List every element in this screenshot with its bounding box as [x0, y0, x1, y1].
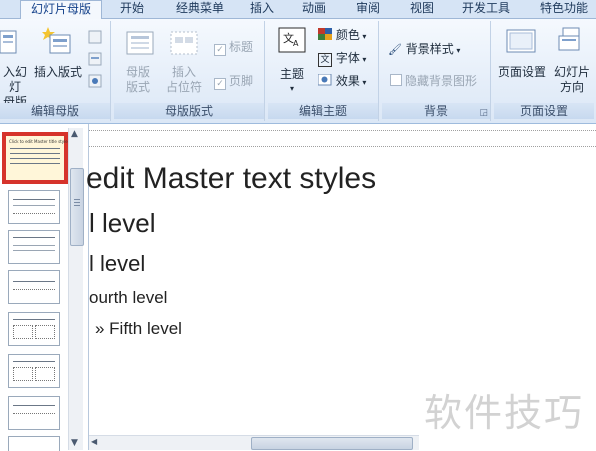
- tab-classic-menu[interactable]: 经典菜单: [168, 0, 232, 18]
- watermark: 软件技巧: [424, 391, 585, 435]
- slide-orientation-icon: [558, 27, 584, 61]
- slide-thumbnail-pane: Click to edit Master title style ▲ ▼: [0, 124, 89, 451]
- footer-checkbox-label: 页脚: [229, 74, 254, 88]
- insert-placeholder-icon: [170, 31, 198, 61]
- thumbnail-vertical-scrollbar[interactable]: ▲ ▼: [68, 128, 84, 450]
- group-label-page-setup: 页面设置: [494, 103, 594, 119]
- tab-animation[interactable]: 动画: [296, 0, 332, 18]
- title-check-icon: ✓: [214, 44, 226, 56]
- effects-button[interactable]: 效果 ▾: [317, 73, 366, 89]
- colors-button[interactable]: 颜色 ▾: [318, 27, 366, 43]
- slide-horizontal-scrollbar[interactable]: ◀: [89, 435, 419, 450]
- paint-bucket-icon: 🖌: [388, 43, 402, 56]
- slide-orientation-label-2: 方向: [559, 80, 584, 94]
- themes-button[interactable]: 主题: [272, 67, 312, 82]
- background-styles-label: 背景样式: [405, 42, 454, 56]
- ribbon: 入幻灯 母版 插入版式 编辑母版 母版 版式 插入 占位符 ✓ 标题 ✓ 页脚 …: [0, 19, 596, 124]
- layout-thumbnail-3[interactable]: [8, 270, 60, 304]
- fonts-icon: 文: [318, 53, 332, 67]
- master-text-level-4[interactable]: ourth level: [89, 288, 167, 308]
- master-layout-label-2: 版式: [125, 80, 150, 94]
- insert-placeholder-label-2: 占位符: [165, 80, 202, 94]
- thumbnail-title-text: Click to edit Master title style: [9, 139, 68, 144]
- layout-thumbnail-4[interactable]: [8, 312, 60, 346]
- tab-home[interactable]: 开始: [112, 0, 152, 18]
- thumbnail-scroll-thumb[interactable]: [70, 168, 84, 246]
- scroll-down-arrow-icon[interactable]: ▼: [71, 438, 78, 448]
- dialog-launcher-icon[interactable]: ◲: [479, 108, 488, 118]
- body-placeholder-border: [89, 146, 596, 147]
- group-label-edit-master: 编辑母版: [0, 103, 110, 119]
- tab-insert[interactable]: 插入: [244, 0, 280, 18]
- master-text-level-3[interactable]: l level: [89, 251, 145, 277]
- effects-icon: [317, 73, 332, 86]
- group-edit-theme: 文A 主题 ▾ 颜色 ▾ 文 字体 ▾ 效果 ▾ 编辑主题: [268, 21, 379, 121]
- tab-view[interactable]: 视图: [404, 0, 440, 18]
- horizontal-scroll-thumb[interactable]: [251, 437, 413, 450]
- layout-thumbnail-1[interactable]: [8, 190, 60, 224]
- layout-thumbnail-2[interactable]: [8, 230, 60, 264]
- group-page-setup: 页面设置 幻灯片 方向 页面设置: [494, 21, 594, 121]
- colors-icon: [318, 28, 332, 40]
- title-placeholder-border: [89, 130, 596, 131]
- colors-label: 颜色: [335, 28, 360, 42]
- slide-orientation-button[interactable]: 幻灯片 方向: [550, 65, 594, 95]
- footer-check-icon: ✓: [214, 78, 226, 90]
- slide-master-icon: [0, 29, 20, 59]
- group-label-background: 背景: [382, 103, 490, 119]
- themes-icon: 文A: [278, 27, 306, 57]
- background-styles-button[interactable]: 🖌 背景样式 ▾: [388, 41, 460, 57]
- svg-text:A: A: [293, 39, 299, 48]
- layout-thumbnail-5[interactable]: [8, 354, 60, 388]
- preserve-icon[interactable]: [88, 73, 102, 92]
- layout-thumbnail-6[interactable]: [8, 396, 60, 430]
- group-label-edit-theme: 编辑主题: [268, 103, 378, 119]
- hide-background-check-icon: [390, 74, 402, 86]
- master-text-level-2[interactable]: l level: [89, 208, 155, 239]
- title-checkbox-label: 标题: [229, 40, 254, 54]
- group-background: 🖌 背景样式 ▾ 隐藏背景图形 背景 ◲: [382, 21, 491, 121]
- group-label-master-layout: 母版版式: [114, 103, 264, 119]
- insert-placeholder-button[interactable]: 插入 占位符: [160, 65, 208, 95]
- scroll-up-arrow-icon[interactable]: ▲: [71, 129, 78, 139]
- fonts-button[interactable]: 文 字体 ▾: [318, 50, 366, 67]
- master-text-level-1[interactable]: edit Master text styles: [86, 162, 376, 196]
- tab-special-features[interactable]: 特色功能: [534, 0, 594, 18]
- tab-developer[interactable]: 开发工具: [458, 0, 514, 18]
- insert-layout-button[interactable]: 插入版式: [32, 65, 84, 80]
- scroll-left-arrow-icon[interactable]: ◀: [91, 437, 97, 446]
- insert-layout-icon: [42, 27, 72, 59]
- ribbon-tab-bar: 幻灯片母版 开始 经典菜单 插入 动画 审阅 视图 开发工具 特色功能: [0, 0, 596, 20]
- slide-orientation-label-1: 幻灯片: [553, 65, 590, 79]
- tab-review[interactable]: 审阅: [350, 0, 386, 18]
- hide-background-graphics-label: 隐藏背景图形: [405, 74, 478, 88]
- insert-placeholder-label-1: 插入: [171, 65, 196, 79]
- hide-background-graphics-checkbox[interactable]: 隐藏背景图形: [390, 73, 477, 89]
- page-setup-button[interactable]: 页面设置: [496, 65, 548, 80]
- rename-icon[interactable]: [88, 51, 102, 70]
- fonts-label: 字体: [335, 51, 360, 65]
- tab-slide-master[interactable]: 幻灯片母版: [20, 0, 102, 20]
- delete-icon[interactable]: [88, 29, 102, 48]
- master-layout-icon: [126, 31, 154, 61]
- effects-label: 效果: [335, 74, 360, 88]
- title-checkbox[interactable]: ✓ 标题: [214, 39, 254, 56]
- insert-slide-master-label-1: 入幻灯: [2, 65, 27, 94]
- themes-dropdown-arrow-icon[interactable]: ▾: [272, 81, 312, 96]
- group-edit-master: 入幻灯 母版 插入版式 编辑母版: [0, 21, 111, 121]
- slide-master-thumbnail[interactable]: Click to edit Master title style: [2, 132, 68, 184]
- group-master-layout: 母版 版式 插入 占位符 ✓ 标题 ✓ 页脚 母版版式: [114, 21, 265, 121]
- footer-checkbox[interactable]: ✓ 页脚: [214, 73, 254, 90]
- master-text-level-5[interactable]: » Fifth level: [95, 319, 182, 339]
- layout-thumbnail-7[interactable]: [8, 436, 60, 451]
- master-layout-label-1: 母版: [125, 65, 150, 79]
- page-setup-icon: [506, 29, 536, 59]
- master-layout-button[interactable]: 母版 版式: [120, 65, 156, 95]
